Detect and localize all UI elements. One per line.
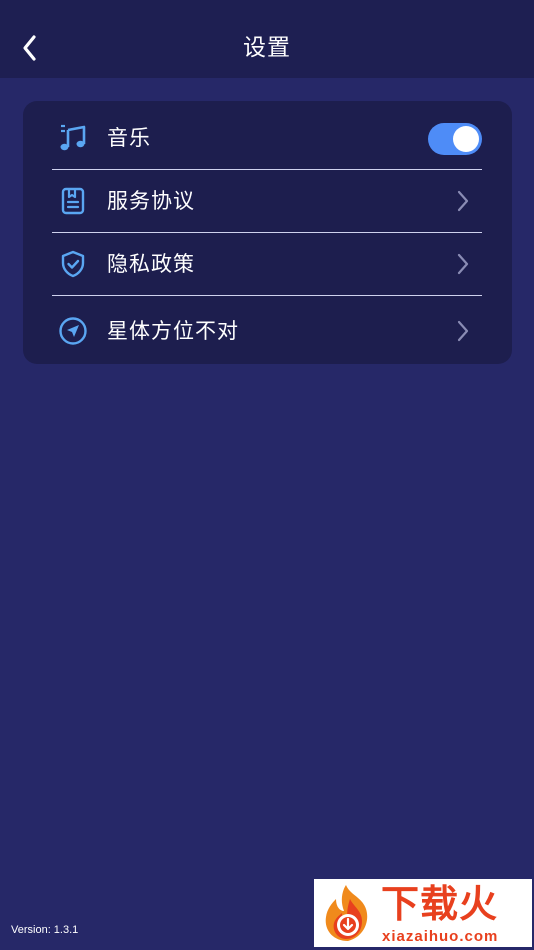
- page-title: 设置: [243, 35, 291, 61]
- settings-item-star-position[interactable]: 星体方位不对: [52, 296, 482, 364]
- settings-item-label: 隐私政策: [107, 252, 195, 276]
- chevron-right-icon: [454, 251, 472, 277]
- chevron-right-icon: [454, 318, 472, 344]
- version-label: Version: 1.3.1: [11, 924, 79, 936]
- flame-logo-icon: [325, 885, 368, 941]
- music-note-icon: [58, 123, 88, 153]
- navigation-arrow-icon: [58, 316, 88, 346]
- watermark-title: 下载火: [381, 882, 499, 926]
- toggle-knob: [453, 126, 479, 152]
- top-bar: 设置: [0, 0, 534, 78]
- settings-item-label: 音乐: [107, 126, 151, 150]
- settings-item-privacy-policy[interactable]: 隐私政策: [52, 233, 482, 296]
- settings-item-label: 星体方位不对: [107, 319, 239, 343]
- settings-item-service-agreement[interactable]: 服务协议: [52, 170, 482, 233]
- watermark-url: xiazaihuo.com: [382, 928, 499, 945]
- chevron-right-icon: [454, 188, 472, 214]
- settings-card: 音乐 服务协议 隐私政策 星体方位不对: [23, 101, 512, 364]
- music-toggle[interactable]: [428, 123, 482, 155]
- settings-item-label: 服务协议: [107, 189, 195, 213]
- watermark-logo: 下载火 xiazaihuo.com: [314, 879, 532, 947]
- settings-item-music: 音乐: [52, 107, 482, 170]
- shield-check-icon: [58, 249, 88, 279]
- document-icon: [58, 186, 88, 216]
